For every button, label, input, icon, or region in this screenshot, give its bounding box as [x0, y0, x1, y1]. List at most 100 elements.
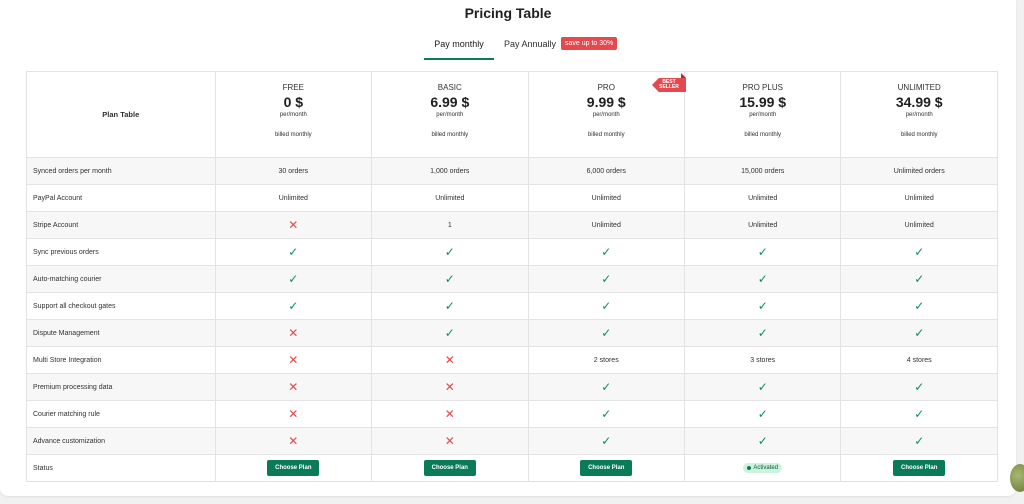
- choose-plan-button[interactable]: Choose Plan: [580, 460, 633, 476]
- plan-billing: billed monthly: [900, 132, 938, 138]
- feature-value: Unlimited: [840, 184, 998, 212]
- feature-value: Unlimited: [683, 184, 842, 212]
- page-title: Pricing Table: [464, 5, 552, 21]
- avatar[interactable]: [1010, 464, 1024, 492]
- feature-cell: ✓: [683, 400, 842, 428]
- status-dot-icon: [747, 466, 752, 470]
- table-row: Synced orders per month 30 orders 1,000 or…: [26, 157, 998, 185]
- feature-cell: ✓: [840, 400, 998, 428]
- feature-cell: ✓: [683, 265, 842, 293]
- plan-period: per/month: [592, 112, 620, 118]
- plan-billing: billed monthly: [274, 132, 312, 138]
- feature-cell: ✓: [527, 292, 685, 320]
- table-row: PayPal Account Unlimited Unlimited Unlimite…: [26, 184, 998, 212]
- cross-icon: ✕: [288, 218, 299, 232]
- feature-label: Stripe Account: [26, 211, 216, 239]
- choose-plan-button[interactable]: Choose Plan: [267, 460, 320, 476]
- feature-cell: ✓: [214, 292, 373, 320]
- feature-cell: ✓: [527, 319, 685, 347]
- plan-name: PRO PLUS: [742, 83, 783, 92]
- plan-column-free: FREE 0 $ per/month billed monthly: [214, 71, 373, 158]
- feature-label: Support all checkout gates: [26, 292, 216, 320]
- tab-pay-monthly[interactable]: Pay monthly: [424, 37, 494, 60]
- check-icon: ✓: [914, 299, 925, 313]
- check-icon: ✓: [288, 299, 299, 313]
- feature-value: 15,000 orders: [683, 157, 842, 185]
- feature-label: PayPal Account: [26, 184, 216, 212]
- tab-pay-annually[interactable]: Pay Annually: [504, 37, 556, 49]
- check-icon: ✓: [444, 326, 455, 340]
- feature-cell: ✕: [371, 346, 529, 374]
- feature-cell: ✓: [371, 265, 529, 293]
- pricing-table: Plan Table FREE 0 $ per/month billed monthly…: [26, 71, 998, 482]
- status-cell: Choose Plan: [214, 454, 373, 482]
- feature-cell: ✕: [214, 400, 373, 428]
- table-row: Auto-matching courier ✓ ✓ ✓ ✓ ✓: [26, 265, 998, 293]
- plan-column-basic: BASIC 6.99 $ per/month billed monthly: [371, 71, 529, 158]
- check-icon: ✓: [444, 245, 455, 259]
- check-icon: ✓: [601, 407, 612, 421]
- feature-cell: ✓: [527, 373, 685, 401]
- status-row: Status Choose Plan Choose Plan Choose Plan A…: [26, 454, 998, 482]
- feature-label: Advance customization: [26, 427, 216, 455]
- feature-cell: ✕: [214, 211, 373, 239]
- cross-icon: ✕: [288, 353, 299, 367]
- check-icon: ✓: [914, 407, 925, 421]
- table-row: Sync previous orders ✓ ✓ ✓ ✓ ✓: [26, 238, 998, 266]
- feature-value: Unlimited orders: [840, 157, 998, 185]
- check-icon: ✓: [914, 380, 925, 394]
- check-icon: ✓: [757, 245, 768, 259]
- feature-cell: ✕: [214, 427, 373, 455]
- feature-cell: ✓: [527, 400, 685, 428]
- cross-icon: ✕: [288, 326, 299, 340]
- plan-price: 34.99 $: [895, 94, 943, 110]
- save-badge: save up to 30%: [561, 37, 618, 50]
- feature-cell: ✓: [840, 265, 998, 293]
- cross-icon: ✕: [444, 407, 455, 421]
- feature-value: Unlimited: [527, 211, 685, 239]
- feature-label: Premium processing data: [26, 373, 216, 401]
- check-icon: ✓: [914, 434, 925, 448]
- plan-billing: billed monthly: [431, 132, 469, 138]
- feature-cell: ✓: [683, 427, 842, 455]
- ribbon-fold: [680, 73, 686, 78]
- check-icon: ✓: [288, 245, 299, 259]
- feature-label: Dispute Management: [26, 319, 216, 347]
- plan-price: 9.99 $: [586, 94, 626, 110]
- choose-plan-button[interactable]: Choose Plan: [893, 460, 946, 476]
- check-icon: ✓: [444, 299, 455, 313]
- feature-label: Courier matching rule: [26, 400, 216, 428]
- feature-cell: ✓: [371, 238, 529, 266]
- check-icon: ✓: [757, 434, 768, 448]
- status-cell: Choose Plan: [840, 454, 998, 482]
- table-row: Courier matching rule ✕ ✕ ✓ ✓ ✓: [26, 400, 998, 428]
- cross-icon: ✕: [444, 380, 455, 394]
- check-icon: ✓: [914, 326, 925, 340]
- plan-column-unlimited: UNLIMITED 34.99 $ per/month billed monthly: [840, 71, 998, 158]
- check-icon: ✓: [601, 245, 612, 259]
- check-icon: ✓: [601, 326, 612, 340]
- table-row: Dispute Management ✕ ✓ ✓ ✓ ✓: [26, 319, 998, 347]
- table-row: Premium processing data ✕ ✕ ✓ ✓ ✓: [26, 373, 998, 401]
- check-icon: ✓: [757, 326, 768, 340]
- feature-cell: ✓: [527, 427, 685, 455]
- table-row: Advance customization ✕ ✕ ✓ ✓ ✓: [26, 427, 998, 455]
- plan-header-row: Plan Table FREE 0 $ per/month billed monthly…: [26, 71, 998, 158]
- feature-cell: ✕: [371, 400, 529, 428]
- check-icon: ✓: [914, 245, 925, 259]
- feature-value: 3 stores: [683, 346, 842, 374]
- plan-billing: billed monthly: [587, 132, 625, 138]
- plan-price: 0 $: [283, 94, 304, 110]
- feature-cell: ✕: [214, 346, 373, 374]
- plan-name: FREE: [282, 83, 304, 92]
- status-cell: Choose Plan: [371, 454, 529, 482]
- plan-column-pro-plus: PRO PLUS 15.99 $ per/month billed monthly: [683, 71, 842, 158]
- choose-plan-button[interactable]: Choose Plan: [423, 460, 476, 476]
- feature-cell: ✓: [683, 292, 842, 320]
- feature-label: Multi Store Integration: [26, 346, 216, 374]
- check-icon: ✓: [601, 380, 612, 394]
- activated-badge: Activated: [743, 463, 783, 473]
- feature-cell: ✓: [214, 265, 373, 293]
- cross-icon: ✕: [288, 407, 299, 421]
- feature-cell: ✓: [840, 319, 998, 347]
